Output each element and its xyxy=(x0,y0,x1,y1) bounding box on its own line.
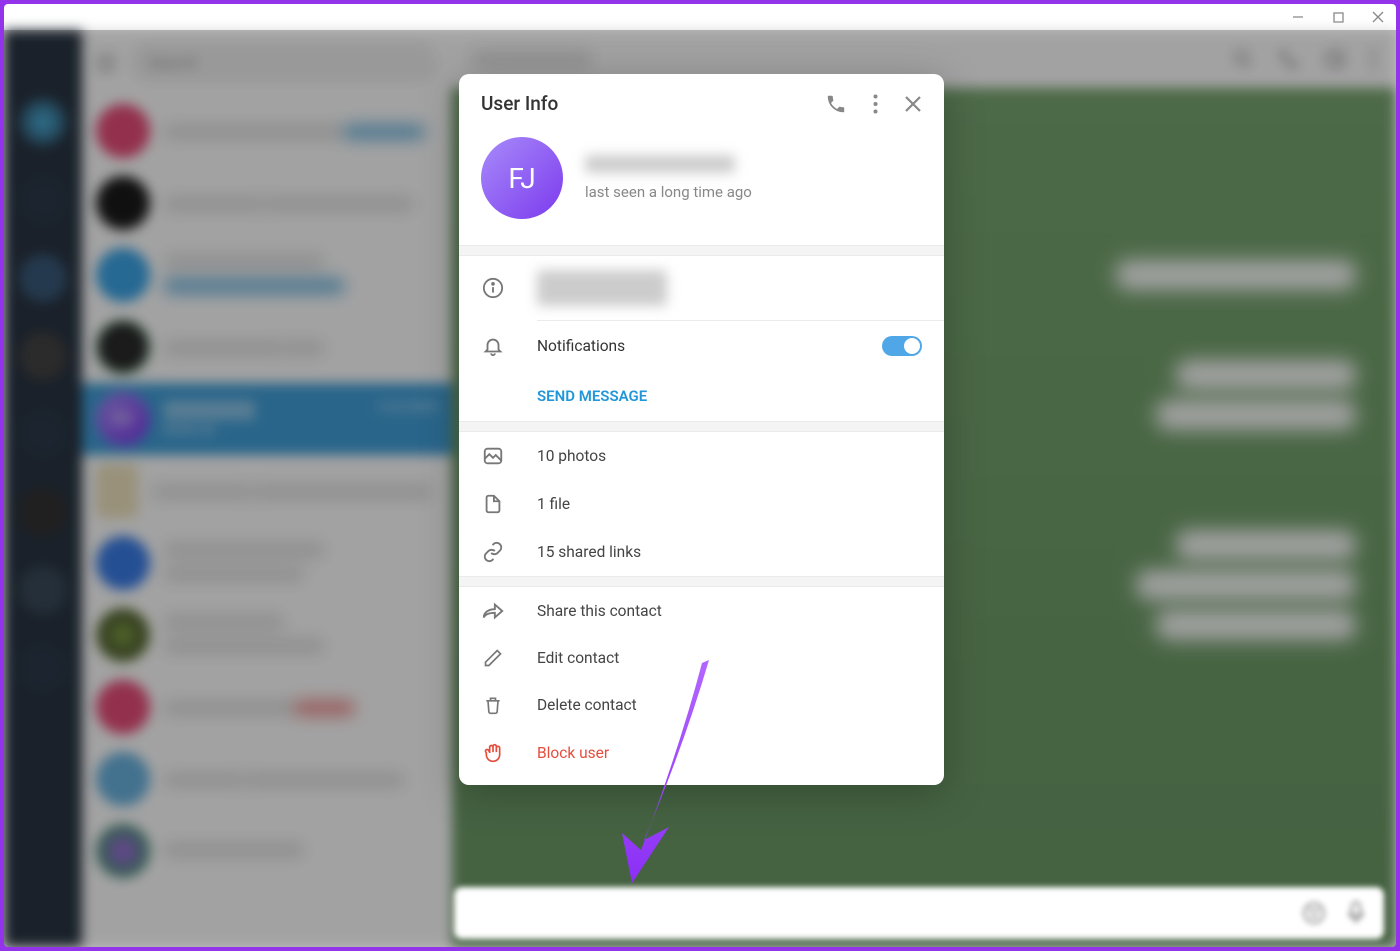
trash-icon xyxy=(481,694,505,716)
modal-title: User Info xyxy=(481,92,558,115)
send-message-button[interactable]: SEND MESSAGE xyxy=(459,371,944,421)
share-contact-row[interactable]: Share this contact xyxy=(459,587,944,635)
edit-icon xyxy=(481,648,505,668)
titlebar xyxy=(4,4,1396,30)
user-info-modal: User Info FJ last xyxy=(459,74,944,785)
message-input-bar[interactable] xyxy=(454,887,1384,939)
hand-icon xyxy=(481,742,505,764)
info-icon xyxy=(481,277,505,299)
share-label: Share this contact xyxy=(537,602,922,620)
emoji-icon[interactable] xyxy=(1302,901,1326,925)
bell-icon xyxy=(481,335,505,357)
notifications-row[interactable]: Notifications xyxy=(459,321,944,371)
link-icon xyxy=(481,541,505,563)
maximize-button[interactable] xyxy=(1332,11,1344,23)
files-label: 1 file xyxy=(537,495,922,513)
photos-label: 10 photos xyxy=(537,447,922,465)
phone-icon[interactable] xyxy=(825,93,847,115)
files-row[interactable]: 1 file xyxy=(459,480,944,528)
bio-row xyxy=(459,256,944,320)
profile-name xyxy=(585,155,735,173)
window-frame: Search FJ ████████ 1/22/2023 xyxy=(4,4,1396,947)
photos-row[interactable]: 10 photos xyxy=(459,432,944,480)
edit-label: Edit contact xyxy=(537,649,922,667)
minimize-button[interactable] xyxy=(1292,11,1304,23)
edit-contact-row[interactable]: Edit contact xyxy=(459,635,944,681)
close-icon[interactable] xyxy=(904,95,922,113)
delete-contact-row[interactable]: Delete contact xyxy=(459,681,944,729)
block-label: Block user xyxy=(537,744,922,762)
profile-avatar[interactable]: FJ xyxy=(481,137,563,219)
image-icon xyxy=(481,445,505,467)
profile-status: last seen a long time ago xyxy=(585,183,922,201)
file-icon xyxy=(481,493,505,515)
delete-label: Delete contact xyxy=(537,696,922,714)
links-row[interactable]: 15 shared links xyxy=(459,528,944,576)
bio-text xyxy=(537,270,667,306)
mic-icon[interactable] xyxy=(1346,900,1366,926)
close-window-button[interactable] xyxy=(1372,11,1384,23)
profile-section: FJ last seen a long time ago xyxy=(459,121,944,245)
notifications-toggle[interactable] xyxy=(882,336,922,356)
block-user-row[interactable]: Block user xyxy=(459,729,944,777)
links-label: 15 shared links xyxy=(537,543,922,561)
notifications-label: Notifications xyxy=(537,337,850,355)
share-icon xyxy=(481,600,505,622)
more-vert-icon[interactable] xyxy=(873,94,878,114)
